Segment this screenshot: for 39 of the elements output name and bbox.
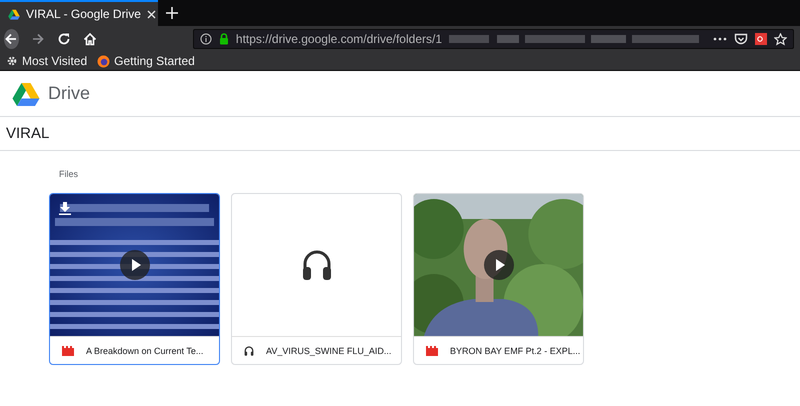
headphones-icon (302, 249, 332, 281)
home-icon[interactable] (82, 32, 97, 46)
section-heading: Files (58, 168, 80, 181)
more-icon[interactable] (713, 37, 727, 41)
film-icon (426, 346, 438, 356)
reload-icon[interactable] (56, 32, 71, 46)
forward-icon[interactable] (30, 32, 45, 46)
back-button[interactable] (4, 29, 19, 49)
close-icon[interactable] (146, 10, 156, 18)
lock-icon (218, 33, 229, 45)
file-name: BYRON BAY EMF Pt.2 - EXPL... (450, 346, 580, 356)
new-tab-icon[interactable] (166, 7, 178, 19)
file-name: A Breakdown on Current Te... (86, 346, 204, 356)
file-card[interactable]: A Breakdown on Current Te... (49, 193, 220, 365)
firefox-icon (97, 54, 110, 68)
extension-icon[interactable] (755, 33, 767, 45)
play-icon[interactable] (120, 250, 150, 280)
back-icon (4, 32, 18, 46)
film-icon (62, 346, 74, 356)
info-icon (200, 33, 212, 45)
file-name: AV_VIRUS_SWINE FLU_AID... (266, 346, 392, 356)
address-bar[interactable]: https://drive.google.com/drive/folders/1 (192, 29, 794, 49)
pocket-icon[interactable] (734, 33, 748, 45)
bookmark-link[interactable]: Most Visited (6, 54, 88, 68)
drive-logo-icon (12, 82, 40, 106)
app-name: Drive (48, 83, 90, 104)
file-card[interactable]: AV_VIRUS_SWINE FLU_AID... (231, 193, 402, 365)
browser-tab[interactable]: VIRAL - Google Drive (0, 0, 158, 26)
tab-title: VIRAL - Google Drive (26, 7, 141, 21)
folder-title: VIRAL (0, 117, 800, 151)
bookmark-link[interactable]: Getting Started (97, 54, 195, 68)
drive-favicon-icon (8, 8, 20, 20)
gear-icon (6, 55, 18, 67)
url-text: https://drive.google.com/drive/folders/1 (236, 32, 442, 46)
play-icon[interactable] (484, 250, 514, 280)
headphones-icon (244, 346, 254, 356)
file-card[interactable]: BYRON BAY EMF Pt.2 - EXPL... (413, 193, 584, 365)
download-icon[interactable] (59, 202, 71, 215)
star-icon[interactable] (774, 32, 787, 46)
